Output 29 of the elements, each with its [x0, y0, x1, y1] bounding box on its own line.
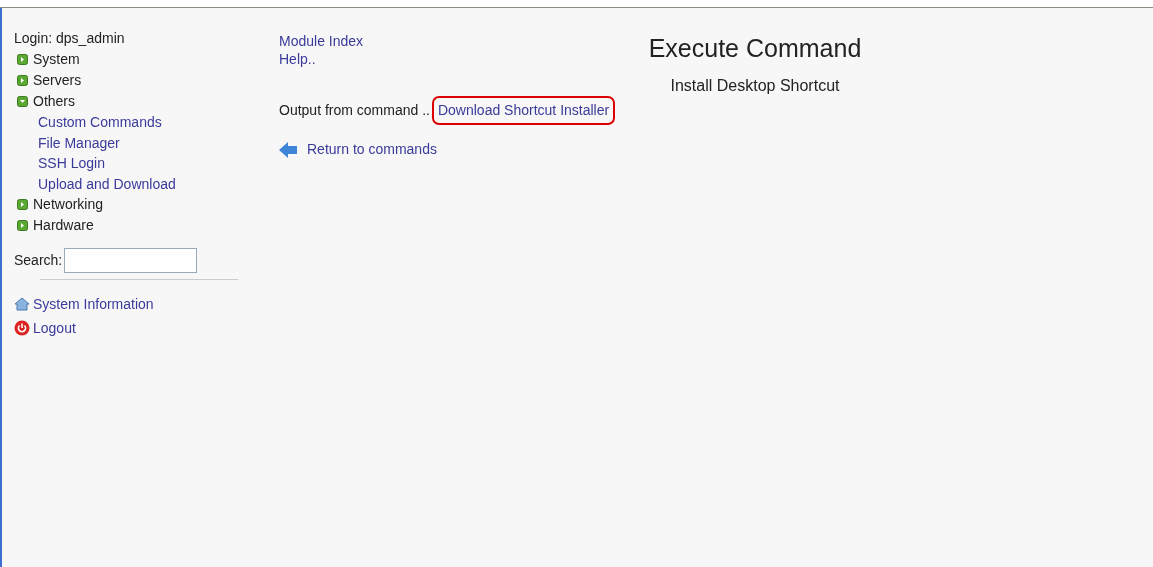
tree-link[interactable]: SSH Login [14, 153, 105, 174]
page-title: Execute Command [648, 33, 862, 64]
expand-icon[interactable] [17, 199, 28, 210]
sidebar-link[interactable]: System Information [33, 292, 154, 316]
output-label: Output from command .. [279, 101, 430, 120]
return-link[interactable]: Return to commands [307, 139, 437, 160]
top-link[interactable]: Help.. [279, 50, 316, 68]
tree-category[interactable]: Servers [33, 70, 82, 91]
expand-icon[interactable] [17, 220, 28, 231]
house-icon [14, 296, 30, 312]
tree-category[interactable]: Networking [33, 194, 104, 215]
tree-category[interactable]: Hardware [33, 215, 94, 236]
expand-icon[interactable] [17, 75, 28, 86]
tree-link[interactable]: File Manager [14, 132, 120, 153]
search-field[interactable] [64, 248, 198, 273]
power-icon [14, 320, 30, 336]
expand-icon[interactable] [17, 54, 28, 65]
back-arrow-icon[interactable] [279, 141, 297, 158]
tree-category[interactable]: System [33, 49, 80, 70]
collapse-icon[interactable] [17, 96, 28, 107]
search-label: Search: [14, 251, 63, 270]
download-link[interactable]: Download Shortcut Installer [431, 96, 616, 125]
tree-link[interactable]: Upload and Download [14, 173, 176, 194]
login-text: Login: dps_admin [14, 29, 126, 48]
top-link[interactable]: Module Index [279, 32, 364, 50]
sidebar-link[interactable]: Logout [33, 316, 76, 340]
page-subtitle: Install Desktop Shortcut [670, 76, 840, 96]
tree-category[interactable]: Others [33, 91, 75, 112]
tree-link[interactable]: Custom Commands [14, 112, 162, 133]
